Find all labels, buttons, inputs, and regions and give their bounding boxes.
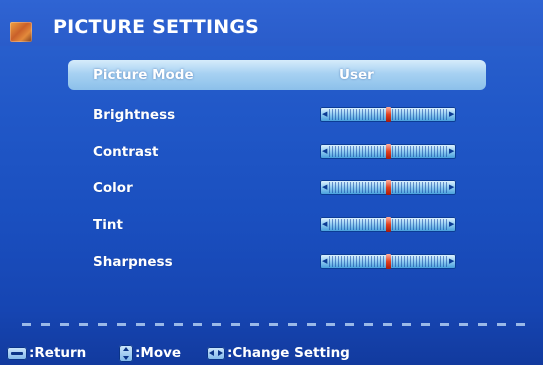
brightness-slider-knob[interactable] (386, 107, 391, 122)
brightness-label: Brightness (93, 107, 176, 123)
right-arrow-icon: ▶ (449, 257, 455, 265)
left-arrow-icon: ◀ (322, 220, 328, 228)
right-arrow-icon: ▶ (449, 183, 455, 191)
left-arrow-icon: ◀ (322, 110, 328, 118)
tint-slider[interactable]: ◀ ▶ (320, 217, 456, 232)
return-hint-label: :Return (29, 345, 87, 361)
picture-icon (10, 22, 32, 42)
contrast-slider[interactable]: ◀ ▶ (320, 144, 456, 159)
menu-item-tint[interactable]: Tint ◀ ▶ (68, 210, 486, 240)
tint-slider-knob[interactable] (386, 217, 391, 232)
left-arrow-icon: ◀ (322, 257, 328, 265)
right-arrow-icon: ▶ (449, 220, 455, 228)
left-right-arrows-icon (207, 346, 225, 360)
sharpness-slider[interactable]: ◀ ▶ (320, 254, 456, 269)
move-hint-label: :Move (135, 345, 182, 361)
move-hint: :Move (119, 343, 181, 363)
tint-label: Tint (93, 217, 123, 233)
footer-hints: :Return :Move :Change Setting (0, 340, 543, 365)
change-setting-hint: :Change Setting (207, 343, 350, 363)
page-title: PICTURE SETTINGS (53, 16, 260, 38)
color-slider-knob[interactable] (386, 180, 391, 195)
contrast-slider-knob[interactable] (386, 144, 391, 159)
title-bar: PICTURE SETTINGS (0, 0, 543, 46)
change-setting-hint-label: :Change Setting (227, 345, 350, 361)
sharpness-slider-knob[interactable] (386, 254, 391, 269)
menu-item-brightness[interactable]: Brightness ◀ ▶ (68, 100, 486, 130)
menu-item-color[interactable]: Color ◀ ▶ (68, 173, 486, 203)
sharpness-label: Sharpness (93, 254, 173, 270)
picture-mode-value: User (339, 67, 374, 83)
brightness-slider[interactable]: ◀ ▶ (320, 107, 456, 122)
return-hint: :Return (7, 343, 86, 363)
right-arrow-icon: ▶ (449, 110, 455, 118)
menu-item-picture-mode[interactable]: Picture Mode User (68, 60, 486, 90)
color-slider[interactable]: ◀ ▶ (320, 180, 456, 195)
right-arrow-icon: ▶ (449, 147, 455, 155)
menu-item-sharpness[interactable]: Sharpness ◀ ▶ (68, 247, 486, 277)
picture-mode-label: Picture Mode (93, 67, 194, 83)
left-arrow-icon: ◀ (322, 183, 328, 191)
footer-divider (22, 323, 532, 326)
menu-button-icon (7, 346, 27, 360)
up-down-arrows-icon (119, 344, 133, 362)
picture-settings-screen: PICTURE SETTINGS Picture Mode User Brigh… (0, 0, 543, 365)
menu-item-contrast[interactable]: Contrast ◀ ▶ (68, 137, 486, 167)
color-label: Color (93, 180, 133, 196)
contrast-label: Contrast (93, 144, 159, 160)
left-arrow-icon: ◀ (322, 147, 328, 155)
